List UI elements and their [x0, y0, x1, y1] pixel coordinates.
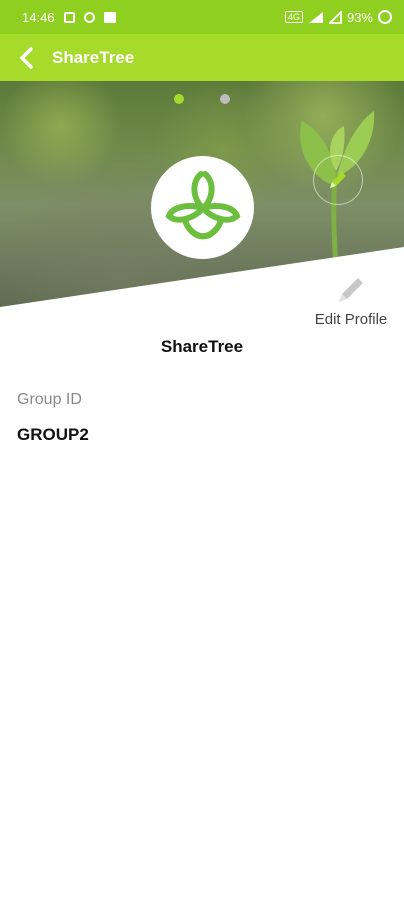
edit-cover-button[interactable]: [313, 155, 363, 205]
chevron-left-icon: [20, 46, 33, 69]
pencil-icon: [330, 172, 346, 188]
cover-image: [0, 81, 404, 307]
group-id-label: Group ID: [17, 391, 82, 408]
profile-name: ShareTree: [160, 337, 244, 356]
wifi-icon: [308, 11, 323, 23]
notification-icon: [63, 11, 75, 23]
edit-profile-label: Edit Profile: [314, 311, 388, 328]
edit-profile-button[interactable]: Edit Profile: [306, 275, 396, 328]
status-left: 14:46: [22, 10, 116, 25]
status-right: 4G 93%: [284, 9, 392, 25]
chrome-icon: [83, 11, 95, 23]
battery-ring-icon: [378, 10, 392, 24]
app-title: ShareTree: [52, 47, 135, 67]
carousel-indicator: [0, 94, 404, 104]
status-bar: 14:46 4G 93%: [0, 0, 404, 34]
avatar[interactable]: [151, 156, 254, 259]
group-id-value: GROUP2: [17, 425, 89, 444]
sharetree-logo-icon: [164, 170, 241, 239]
pencil-icon: [339, 278, 363, 302]
image-icon: [103, 11, 116, 23]
volte-icon: 4G: [284, 11, 303, 23]
signal-icon: [328, 10, 342, 24]
battery-percent: 93%: [346, 9, 373, 25]
back-button[interactable]: [12, 44, 40, 72]
status-time: 14:46: [22, 9, 55, 25]
carousel-dot[interactable]: [220, 94, 230, 104]
app-bar: ShareTree: [0, 34, 404, 81]
carousel-dot-active[interactable]: [174, 94, 184, 104]
